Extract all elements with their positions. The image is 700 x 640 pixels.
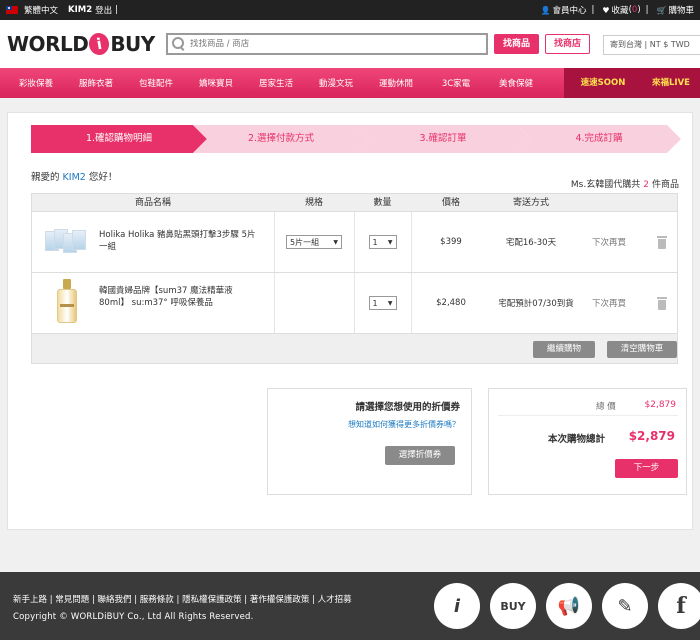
megaphone-icon[interactable]: 📢 (546, 583, 592, 629)
separator: | (115, 5, 119, 15)
col-product-name: 商品名稱 (134, 198, 171, 208)
pen-icon[interactable]: ✎ (602, 583, 648, 629)
category-live[interactable]: 來福LIVE (642, 68, 700, 98)
greeting: 親愛的 KIM2 您好！ (31, 172, 118, 183)
product-image[interactable] (50, 279, 84, 327)
category-item[interactable]: 服飾衣著 (66, 77, 126, 89)
greeting-username: KIM2 (62, 172, 86, 183)
row-price: $399 (440, 237, 462, 247)
grand-total-value: $2,879 (628, 429, 675, 443)
heart-icon: ♥ (602, 5, 610, 15)
col-qty: 數量 (373, 198, 392, 208)
table-header: 商品名稱 規格 數量 價格 寄送方式 (32, 194, 677, 212)
header: WORLD i BUY 找商品 找商店 寄到台灣 | NT $ TWD (0, 20, 700, 68)
member-center-link[interactable]: 👤 會員中心 (540, 4, 587, 17)
step-confirm-order: 3.確認訂單 (355, 125, 531, 153)
search-icon (172, 37, 186, 51)
facebook-icon[interactable]: f (658, 583, 700, 629)
col-price: 價格 (441, 198, 460, 208)
qty-select[interactable]: 1 ▼ (368, 235, 397, 249)
buy-icon[interactable]: BUY (490, 583, 536, 629)
table-row: Holika Holika 豬鼻貼黑頭打擊3步驟 5片一組 5片一組 ▼ 1 ▼ $… (32, 212, 677, 273)
category-soon[interactable]: 速速SOON (564, 68, 642, 98)
cart-link[interactable]: 🛒 購物車 (656, 4, 694, 17)
total-label: 總 價 (596, 402, 616, 412)
worldibuy-icon[interactable]: i (434, 583, 480, 629)
chevron-down-icon: ▼ (333, 238, 338, 246)
category-item[interactable]: 美食保健 (486, 77, 546, 89)
continue-shopping-button[interactable]: 繼續購物 (533, 341, 595, 358)
ship-to-select[interactable]: 寄到台灣 | NT $ TWD (603, 35, 700, 55)
category-item[interactable]: 居家生活 (246, 77, 306, 89)
taiwan-flag-icon (6, 6, 18, 14)
worldibuy-logo[interactable]: WORLD i BUY (7, 31, 155, 57)
checkout-panel: 1.確認購物明細 2.選擇付款方式 3.確認訂單 4.完成訂購 親愛的 KIM2… (7, 112, 693, 530)
favorites-link[interactable]: ♥ 收藏 (0) (602, 4, 640, 16)
search-input[interactable] (190, 39, 486, 49)
qty-select[interactable]: 1 ▼ (368, 296, 397, 310)
username[interactable]: KIM2 (68, 5, 92, 15)
select-coupon-button[interactable]: 選擇折價券 (385, 446, 455, 465)
product-name[interactable]: 韓國貴婦品牌【sum37 魔法精華液 80ml】 su:m37° 呼吸保養品 (99, 285, 259, 309)
search-box (166, 33, 488, 55)
category-item[interactable]: 彩妝保養 (6, 77, 66, 89)
search-product-button[interactable]: 找商品 (494, 34, 539, 54)
row-price: $2,480 (436, 298, 466, 308)
step-payment: 2.選擇付款方式 (193, 125, 369, 153)
row-shipping: 宅配16-30天 (505, 238, 557, 248)
cart-icon: 🛒 (656, 5, 667, 15)
language-switch[interactable]: 繁體中文 (24, 4, 58, 16)
top-bar: 繁體中文 KIM2 登出 | 👤 會員中心 | ♥ 收藏 (0) | 🛒 購物車 (0, 0, 700, 20)
chevron-down-icon: ▼ (387, 299, 393, 307)
step-complete: 4.完成訂購 (517, 125, 681, 153)
footer: 新手上路 | 常見問題 | 聯絡我們 | 服務條款 | 隱私權保護政策 | 著作… (0, 572, 700, 640)
category-item[interactable]: 運動休閒 (366, 77, 426, 89)
chevron-down-icon: ▼ (387, 238, 393, 246)
col-spec: 規格 (304, 198, 323, 208)
category-nav: 彩妝保養 服飾衣著 包鞋配件 嬌咪寶貝 居家生活 動漫文玩 運動休閒 3C家電 … (0, 68, 700, 98)
col-shipping: 寄送方式 (512, 198, 549, 208)
buy-later-link[interactable]: 下次再買 (581, 212, 637, 272)
copyright: Copyright © WORLDiBUY Co., Ltd All Right… (13, 612, 254, 622)
product-image[interactable] (45, 227, 87, 257)
coupon-title: 請選擇您想使用的折價券 (355, 402, 460, 413)
trash-icon[interactable] (657, 296, 667, 310)
trash-icon[interactable] (657, 235, 667, 249)
logout-link[interactable]: 登出 (95, 4, 112, 16)
coupon-info-link[interactable]: 想知道如何獲得更多折價券嗎？ (348, 419, 460, 430)
user-icon: 👤 (540, 5, 551, 15)
category-item[interactable]: 嬌咪寶貝 (186, 77, 246, 89)
buy-later-link[interactable]: 下次再買 (581, 273, 637, 333)
cart-summary: Ms.玄韓國代購共 2 件商品 (570, 180, 679, 190)
coupon-box: 請選擇您想使用的折價券 想知道如何獲得更多折價券嗎？ 選擇折價券 (267, 388, 472, 495)
checkout-steps: 1.確認購物明細 2.選擇付款方式 3.確認訂單 4.完成訂購 (31, 125, 681, 153)
order-total-box: 總 價 $2,879 本次購物總計 $2,879 下一步 (488, 388, 687, 495)
row-shipping: 宅配預計07/30到貨 (498, 299, 574, 309)
table-row: 韓國貴婦品牌【sum37 魔法精華液 80ml】 su:m37° 呼吸保養品 1… (32, 273, 677, 334)
table-footer: 繼續購物 清空購物車 (32, 334, 677, 363)
spec-select[interactable]: 5片一組 ▼ (286, 235, 342, 249)
product-name[interactable]: Holika Holika 豬鼻貼黑頭打擊3步驟 5片一組 (99, 229, 259, 253)
grand-total-label: 本次購物總計 (548, 434, 606, 445)
footer-links[interactable]: 新手上路 | 常見問題 | 聯絡我們 | 服務條款 | 隱私權保護政策 | 著作… (13, 593, 352, 605)
category-item[interactable]: 3C家電 (426, 77, 486, 89)
category-item[interactable]: 包鞋配件 (126, 77, 186, 89)
cart-table: 商品名稱 規格 數量 價格 寄送方式 Holika Holika 豬鼻貼黑頭打擊… (31, 193, 678, 364)
search-shop-button[interactable]: 找商店 (545, 34, 590, 54)
next-step-button[interactable]: 下一步 (615, 459, 678, 478)
clear-cart-button[interactable]: 清空購物車 (607, 341, 677, 358)
total-value: $2,879 (644, 400, 677, 410)
category-item[interactable]: 動漫文玩 (306, 77, 366, 89)
step-confirm-items: 1.確認購物明細 (31, 125, 207, 153)
